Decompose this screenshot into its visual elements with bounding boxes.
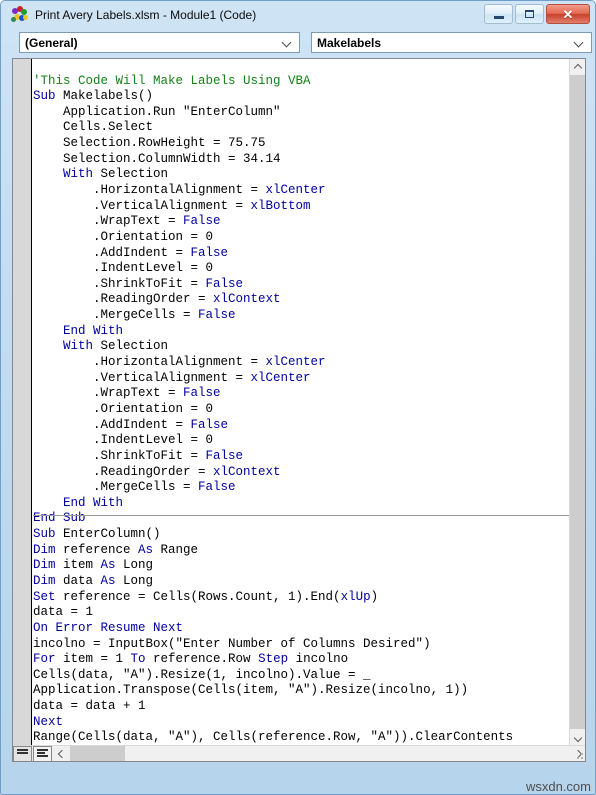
maximize-icon bbox=[525, 10, 534, 18]
code-line: .VerticalAlignment = xlCenter bbox=[33, 370, 311, 385]
maximize-button[interactable] bbox=[515, 4, 544, 24]
window-title: Print Avery Labels.xlsm - Module1 (Code) bbox=[35, 7, 257, 22]
horizontal-scrollbar[interactable] bbox=[53, 745, 585, 762]
scroll-down-button[interactable] bbox=[570, 729, 585, 745]
procedure-separator bbox=[33, 514, 571, 516]
chevron-left-icon bbox=[58, 750, 65, 757]
view-buttons-group bbox=[13, 745, 53, 761]
code-line: .HorizontalAlignment = xlCenter bbox=[33, 182, 326, 197]
code-line: With Selection bbox=[63, 339, 169, 354]
code-line: .HorizontalAlignment = xlCenter bbox=[33, 355, 326, 370]
minimize-icon bbox=[493, 15, 504, 19]
code-text[interactable]: 'This Code Will Make Labels Using VBA Sub… bbox=[33, 74, 513, 746]
code-line: Dim item As Long bbox=[33, 558, 154, 573]
minimize-button[interactable] bbox=[484, 4, 513, 24]
procedure-dropdown-value: Makelabels bbox=[317, 35, 382, 50]
vertical-scrollbar-thumb[interactable] bbox=[570, 75, 585, 730]
code-line: incolno = InputBox("Enter Number of Colu… bbox=[33, 636, 431, 651]
scroll-left-button[interactable] bbox=[53, 746, 69, 762]
code-line: .Orientation = 0 bbox=[33, 229, 214, 244]
code-line: With Selection bbox=[63, 167, 169, 182]
code-line: .ShrinkToFit = False bbox=[33, 276, 244, 291]
vba-module-icon bbox=[11, 5, 29, 24]
horizontal-scrollbar-thumb[interactable] bbox=[70, 745, 125, 761]
code-line: Sub EnterColumn() bbox=[33, 527, 161, 542]
code-line: .MergeCells = False bbox=[33, 480, 236, 495]
code-line: Set reference = Cells(Rows.Count, 1).End… bbox=[33, 589, 379, 604]
code-line: .IndentLevel = 0 bbox=[33, 261, 214, 276]
bottom-scroll-strip bbox=[13, 745, 585, 761]
code-line: End With bbox=[63, 495, 124, 510]
object-dropdown-value: (General) bbox=[25, 35, 78, 50]
scroll-up-button[interactable] bbox=[570, 59, 585, 75]
procedure-dropdown[interactable]: Makelabels bbox=[311, 32, 592, 53]
code-line: Selection.ColumnWidth = 34.14 bbox=[33, 151, 281, 166]
procedure-view-icon bbox=[17, 749, 28, 758]
code-line: .AddIndent = False bbox=[33, 417, 229, 432]
code-line: .ShrinkToFit = False bbox=[33, 448, 244, 463]
close-icon: ✕ bbox=[562, 6, 574, 22]
window-frame-inner: Print Avery Labels.xlsm - Module1 (Code)… bbox=[5, 1, 593, 790]
code-line: .WrapText = False bbox=[33, 386, 221, 401]
watermark-text: wsxdn.com bbox=[525, 779, 591, 794]
code-line: Application.Transpose(Cells(item, "A").R… bbox=[33, 683, 469, 698]
code-line: .ReadingOrder = xlContext bbox=[33, 292, 281, 307]
code-line: .VerticalAlignment = xlBottom bbox=[33, 198, 311, 213]
code-line: Sub Makelabels() bbox=[33, 89, 154, 104]
title-bar[interactable]: Print Avery Labels.xlsm - Module1 (Code)… bbox=[5, 1, 593, 28]
code-pane[interactable]: 'This Code Will Make Labels Using VBA Sub… bbox=[12, 58, 586, 762]
code-line: For item = 1 To reference.Row Step incol… bbox=[33, 652, 349, 667]
combo-bar: (General) Makelabels bbox=[5, 29, 593, 56]
code-line: Cells.Select bbox=[33, 120, 154, 135]
code-line: .ReadingOrder = xlContext bbox=[33, 464, 281, 479]
code-line: .IndentLevel = 0 bbox=[33, 433, 214, 448]
code-line: Application.Run "EnterColumn" bbox=[33, 104, 281, 119]
code-line: .Orientation = 0 bbox=[33, 401, 214, 416]
resize-grip[interactable] bbox=[572, 748, 584, 760]
chevron-down-icon[interactable] bbox=[574, 37, 585, 48]
code-line: Next bbox=[33, 714, 64, 729]
code-line: 'This Code Will Make Labels Using VBA bbox=[33, 73, 311, 88]
code-line: .WrapText = False bbox=[33, 214, 221, 229]
code-editor-surface[interactable]: 'This Code Will Make Labels Using VBA Sub… bbox=[33, 59, 569, 745]
code-line: On Error Resume Next bbox=[33, 620, 184, 635]
code-line: .AddIndent = False bbox=[33, 245, 229, 260]
code-line: End With bbox=[63, 323, 124, 338]
chevron-up-icon bbox=[575, 64, 582, 71]
code-line: data = 1 bbox=[33, 605, 94, 620]
margin-indicator-bar[interactable] bbox=[13, 59, 32, 761]
chevron-down-icon[interactable] bbox=[282, 37, 293, 48]
code-line: Cells(data, "A").Resize(1, incolno).Valu… bbox=[33, 667, 371, 682]
code-line: End Sub bbox=[33, 511, 86, 526]
procedure-view-button[interactable] bbox=[13, 745, 32, 761]
object-dropdown[interactable]: (General) bbox=[19, 32, 300, 53]
window-controls: ✕ bbox=[484, 4, 590, 24]
vba-editor-window: Print Avery Labels.xlsm - Module1 (Code)… bbox=[0, 0, 596, 795]
code-line: data = data + 1 bbox=[33, 699, 146, 714]
full-module-view-button[interactable] bbox=[33, 745, 52, 761]
vertical-scrollbar[interactable] bbox=[569, 59, 585, 745]
code-line: Selection.RowHeight = 75.75 bbox=[33, 136, 266, 151]
code-line: Dim data As Long bbox=[33, 574, 154, 588]
full-module-view-icon bbox=[37, 749, 48, 758]
code-line: .MergeCells = False bbox=[33, 308, 236, 323]
code-line: Dim reference As Range bbox=[33, 542, 199, 557]
code-line: Range(Cells(data, "A"), Cells(reference.… bbox=[33, 730, 514, 745]
close-button[interactable]: ✕ bbox=[546, 4, 590, 24]
chevron-down-icon bbox=[575, 734, 582, 741]
